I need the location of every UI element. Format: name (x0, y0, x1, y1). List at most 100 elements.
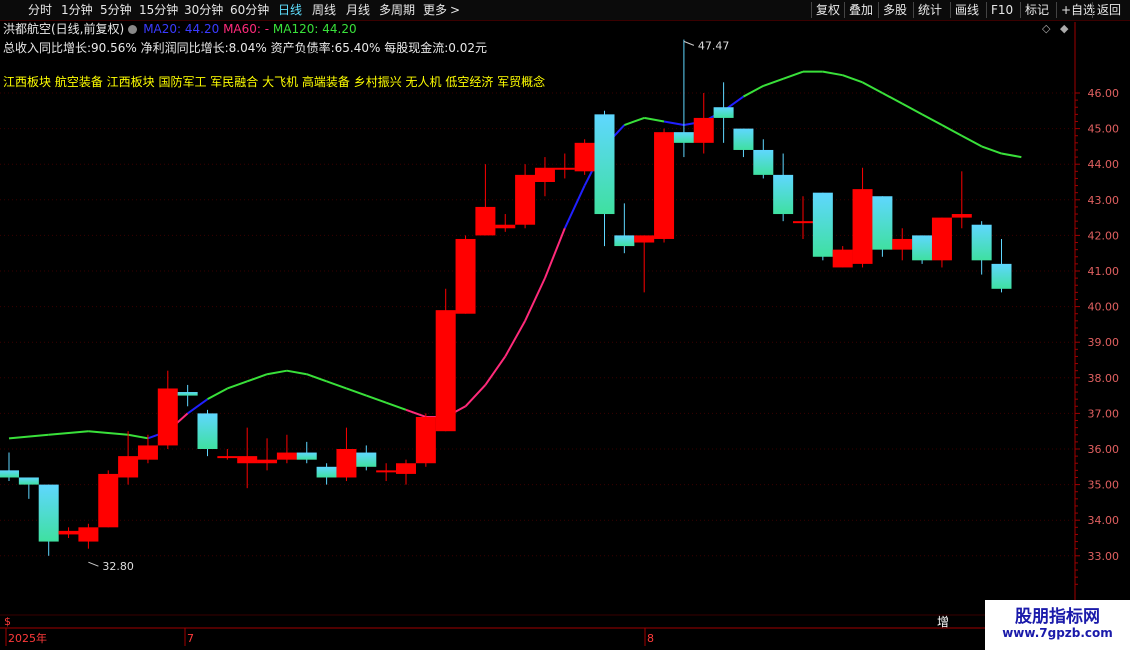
candle-body (852, 189, 873, 264)
toolbar-action-3[interactable]: 统计 (918, 0, 942, 20)
ma-line-segment (703, 109, 725, 123)
candle-body (336, 449, 357, 478)
toolbar-separator (878, 2, 879, 18)
candle-body (18, 477, 39, 485)
y-tick-label: 34.00 (1088, 514, 1120, 527)
y-tick-label: 42.00 (1088, 229, 1120, 242)
candle-body (177, 392, 198, 396)
toolbar-action-4[interactable]: 画线 (955, 0, 979, 20)
ma-line-segment (862, 81, 883, 94)
ma-line-segment (286, 369, 307, 376)
period-tab-0[interactable]: 分时 (28, 0, 52, 20)
ma-line-segment (921, 113, 943, 126)
y-tick-label: 44.00 (1088, 158, 1120, 171)
settings-circle-icon[interactable] (128, 25, 138, 34)
period-tab-4[interactable]: 30分钟 (184, 0, 223, 20)
y-tick-label: 38.00 (1088, 372, 1120, 385)
y-tick-label: 46.00 (1088, 87, 1120, 100)
period-tab-7[interactable]: 周线 (312, 0, 336, 20)
candle-body (515, 174, 536, 225)
candle-body (892, 238, 913, 250)
ma-line-segment (167, 412, 189, 432)
ma-line-segment (147, 430, 169, 440)
ma-line-segment (842, 74, 863, 84)
collapse-icon[interactable]: ◆ (1060, 22, 1068, 35)
ma-line-segment (385, 401, 407, 411)
y-tick-label: 39.00 (1088, 336, 1120, 349)
candle-body (217, 456, 238, 459)
concept-tags: 江西板块 航空装备 江西板块 国防军工 军民融合 大飞机 高端装备 乡村振兴 无… (3, 75, 546, 89)
candle-body (614, 235, 635, 247)
y-tick-label: 37.00 (1088, 407, 1120, 420)
stock-title: 洪都航空(日线,前复权) (3, 22, 125, 36)
candlestick-chart[interactable]: 33.00 34.00 35.00 36.00 37.00 38.00 39.00 40.00… (0, 0, 1130, 650)
candle-body (276, 452, 297, 460)
ma-line-segment (782, 70, 804, 80)
bottom-left-marker: $ (4, 615, 11, 628)
candle-body (356, 452, 377, 467)
candle-body (574, 142, 595, 172)
ma-line-segment (544, 227, 566, 279)
ma-line-segment (881, 92, 903, 105)
candle-body (693, 117, 714, 143)
ma-line-segment (603, 124, 626, 148)
ma-line-segment (127, 433, 149, 440)
toolbar-separator (986, 2, 987, 18)
date-label: 2025年 (8, 631, 47, 645)
ma-line-segment (683, 120, 704, 127)
candle-body (832, 249, 853, 268)
ma-line-segment (583, 145, 606, 187)
toolbar-action-8[interactable]: 返回 (1097, 0, 1121, 20)
candle-body (415, 416, 436, 464)
date-label: 8 (647, 632, 654, 645)
more-arrow-icon[interactable]: > (450, 0, 460, 20)
toolbar-separator (913, 2, 914, 18)
candle-body (58, 530, 79, 535)
candle-body (773, 174, 794, 215)
period-tab-2[interactable]: 5分钟 (100, 0, 132, 20)
candle-body (257, 459, 278, 464)
candle-body (534, 167, 555, 182)
candle-body (197, 413, 218, 449)
period-tab-5[interactable]: 60分钟 (230, 0, 269, 20)
candle-body (872, 196, 893, 250)
ma20-value: MA20: 44.20 (143, 22, 220, 36)
ma-line-segment (961, 134, 983, 148)
toolbar-action-6[interactable]: 标记 (1025, 0, 1049, 20)
ma-line-segment (941, 124, 963, 137)
ma-line-segment (901, 102, 923, 116)
ma-line-segment (1001, 152, 1022, 159)
y-tick-label: 45.00 (1088, 123, 1120, 136)
period-tab-6[interactable]: 日线 (278, 0, 302, 20)
period-tab-8[interactable]: 月线 (346, 0, 370, 20)
diamond-icon[interactable]: ◇ (1042, 22, 1050, 35)
toolbar-action-1[interactable]: 叠加 (849, 0, 873, 20)
chart-header: 洪都航空(日线,前复权) MA20: 44.20 MA60: - MA120: 4… (3, 20, 357, 38)
period-tab-1[interactable]: 1分钟 (61, 0, 93, 20)
candle-body (78, 527, 99, 542)
toolbar-action-5[interactable]: F10 (991, 0, 1013, 20)
candle-body (673, 132, 694, 143)
ma-line-segment (742, 84, 764, 98)
toolbar-action-0[interactable]: 复权 (816, 0, 840, 20)
watermark-url: www.7gpzb.com (1002, 626, 1113, 640)
toolbar-action-2[interactable]: 多股 (883, 0, 907, 20)
toolbar-action-7[interactable]: +自选 (1061, 0, 1095, 20)
candle-body (376, 470, 397, 473)
period-tab-10[interactable]: 更多 (423, 0, 447, 20)
toolbar-separator (1020, 2, 1021, 18)
candle-body (316, 466, 337, 478)
ma-line-segment (981, 145, 1002, 155)
ma-line-segment (405, 408, 427, 418)
period-tab-9[interactable]: 多周期 (379, 0, 415, 20)
candle-body (733, 128, 754, 150)
ma-line-segment (464, 384, 487, 407)
candle-body (38, 484, 59, 542)
period-tab-3[interactable]: 15分钟 (139, 0, 178, 20)
candle-body (713, 107, 734, 118)
toolbar-separator (1056, 2, 1057, 18)
ma-line-segment (8, 433, 49, 440)
candle-body (237, 456, 258, 464)
toolbar-separator (950, 2, 951, 18)
toolbar-separator (811, 2, 812, 18)
